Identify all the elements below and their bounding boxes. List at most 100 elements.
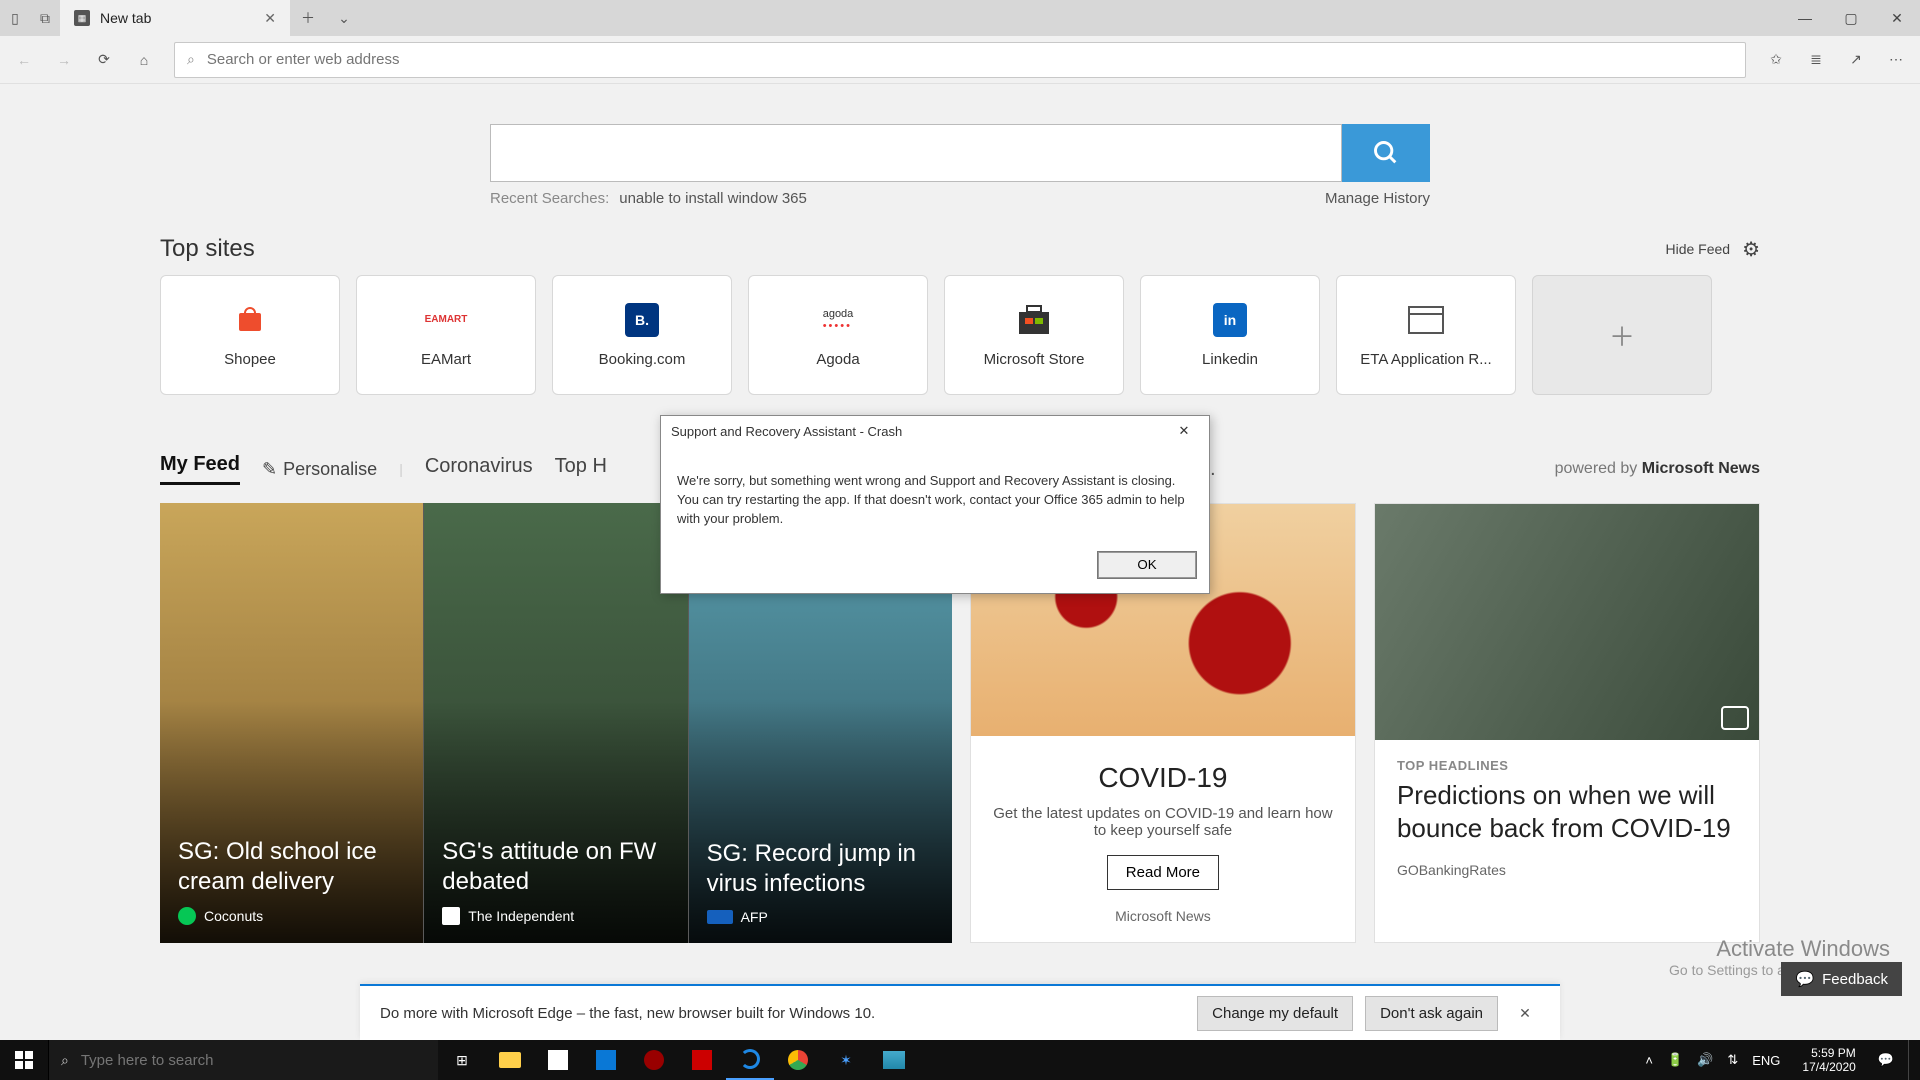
dialog-ok-button[interactable]: OK [1097,551,1197,579]
top-sites-header: Top sites Hide Feed ⚙ [160,235,1760,263]
edge-promo-bar: Do more with Microsoft Edge – the fast, … [360,984,1560,1040]
read-more-button[interactable]: Read More [1107,855,1219,890]
titlebar-left: ▯ ⧉ [0,0,60,36]
tray-chevron-icon[interactable]: ˄ [1645,1053,1653,1068]
slide-title: SG's attitude on FW debated [442,837,669,897]
dialog-close-icon[interactable]: ✕ [1169,423,1199,439]
new-tab-button[interactable]: ＋ [290,0,326,36]
covid-subtitle: Get the latest updates on COVID-19 and l… [993,805,1333,839]
share-button[interactable]: ↗ [1838,42,1874,78]
hide-feed-link[interactable]: Hide Feed [1665,241,1730,257]
tile-eta[interactable]: ETA Application R... [1336,275,1516,395]
recent-label: Recent Searches: [490,190,609,207]
nav-home-button[interactable]: ⌂ [126,42,162,78]
promo-close-icon[interactable]: ✕ [1510,1005,1540,1022]
taskbar-app-red[interactable] [630,1040,678,1080]
tab-title: New tab [100,10,151,26]
taskbar-search-input[interactable] [79,1051,426,1070]
tile-shopee[interactable]: Shopee [160,275,340,395]
feedback-button[interactable]: 💬 Feedback [1781,962,1902,996]
wifi-icon[interactable]: ⇅ [1727,1052,1738,1068]
tile-agoda[interactable]: agoda••••• Agoda [748,275,928,395]
tile-add[interactable]: ＋ [1532,275,1712,395]
tab-close-icon[interactable]: ✕ [264,10,276,27]
tile-msstore[interactable]: Microsoft Store [944,275,1124,395]
tab-favicon-icon: ▦ [74,10,90,26]
window-maximize-button[interactable]: ▢ [1828,0,1874,36]
source-icon [707,910,733,924]
taskbar-clock[interactable]: 5:59 PM 17/4/2020 [1794,1046,1863,1075]
plus-icon: ＋ [1609,317,1635,354]
taskbar-app-msi[interactable] [678,1040,726,1080]
linkedin-icon: in [1208,303,1252,337]
personalise-label: Personalise [283,459,377,480]
taskbar-app-chrome[interactable] [774,1040,822,1080]
show-desktop-button[interactable] [1908,1040,1914,1080]
page-search-button[interactable] [1342,124,1430,182]
dialog-body: We're sorry, but something went wrong an… [661,446,1209,543]
titlebar: ▯ ⧉ ▦ New tab ✕ ＋ ⌄ — ▢ ✕ [0,0,1920,36]
headlines-kicker: TOP HEADLINES [1397,758,1737,773]
msstore-icon [1012,303,1056,337]
carousel-slide[interactable]: SG's attitude on FW debated The Independ… [424,503,688,943]
manage-history-link[interactable]: Manage History [1325,190,1430,207]
search-icon: ⌕ [187,51,195,68]
promo-message: Do more with Microsoft Edge – the fast, … [380,1005,1185,1022]
chat-icon: 💬 [1795,970,1814,988]
nav-back-button[interactable]: ← [6,42,42,78]
window-close-button[interactable]: ✕ [1874,0,1920,36]
tile-booking[interactable]: B. Booking.com [552,275,732,395]
tile-linkedin[interactable]: in Linkedin [1140,275,1320,395]
volume-icon[interactable]: 🔊 [1697,1052,1713,1068]
covid-title: COVID-19 [993,760,1333,795]
nav-forward-button[interactable]: → [46,42,82,78]
language-indicator[interactable]: ENG [1752,1053,1780,1068]
feed-tab-top[interactable]: Top H [555,455,607,484]
change-default-button[interactable]: Change my default [1197,996,1353,1031]
taskbar-app-edge[interactable] [726,1040,774,1080]
headlines-card[interactable]: TOP HEADLINES Predictions on when we wil… [1374,503,1760,943]
browser-toolbar: ← → ⟳ ⌂ ⌕ ✩ ≣ ↗ ⋯ [0,36,1920,84]
tile-label: Linkedin [1202,351,1258,368]
tile-label: Shopee [224,351,276,368]
notifications-icon[interactable]: 💬 [1878,1052,1894,1068]
taskbar-app-gear[interactable]: ✶ [822,1040,870,1080]
start-button[interactable] [0,1040,48,1080]
nav-refresh-button[interactable]: ⟳ [86,42,122,78]
tile-eamart[interactable]: EAMART EAMart [356,275,536,395]
recent-query[interactable]: unable to install window 365 [619,190,807,207]
taskbar-app-explorer[interactable] [486,1040,534,1080]
taskbar-app-photos[interactable] [870,1040,918,1080]
battery-icon[interactable]: 🔋 [1667,1052,1683,1068]
window-minimize-button[interactable]: — [1782,0,1828,36]
more-button[interactable]: ⋯ [1878,42,1914,78]
booking-icon: B. [620,303,664,337]
personalise-link[interactable]: ✎ Personalise [262,459,377,480]
reading-list-button[interactable]: ≣ [1798,42,1834,78]
address-bar[interactable]: ⌕ [174,42,1746,78]
slide-title: SG: Old school ice cream delivery [178,837,405,897]
dont-ask-button[interactable]: Don't ask again [1365,996,1498,1031]
browser-tab[interactable]: ▦ New tab ✕ [60,0,290,36]
taskbar-search[interactable]: ⌕ [48,1040,438,1080]
address-input[interactable] [205,50,1733,69]
feed-tab-myfeed[interactable]: My Feed [160,453,240,485]
task-view-button[interactable]: ⊞ [438,1040,486,1080]
tab-dropdown-icon[interactable]: ⌄ [326,0,362,36]
powered-by: powered by Microsoft News [1555,460,1760,478]
webpage-icon [1404,303,1448,337]
favorites-button[interactable]: ✩ [1758,42,1794,78]
set-aside-icon[interactable]: ⧉ [30,10,60,27]
carousel-slide[interactable]: SG: Old school ice cream delivery Coconu… [160,503,424,943]
taskbar-app-store[interactable] [534,1040,582,1080]
gear-icon[interactable]: ⚙ [1742,237,1760,262]
tab-actions-icon[interactable]: ▯ [0,10,30,27]
taskbar-app-mixed[interactable] [582,1040,630,1080]
headlines-title: Predictions on when we will bounce back … [1397,779,1737,844]
activate-line1: Activate Windows [1669,936,1890,962]
page-search-input[interactable] [490,124,1342,182]
search-icon: ⌕ [61,1052,69,1069]
recent-searches: Recent Searches: unable to install windo… [490,190,1430,207]
feed-tab-coronavirus[interactable]: Coronavirus [425,455,533,484]
page-search [490,124,1430,182]
